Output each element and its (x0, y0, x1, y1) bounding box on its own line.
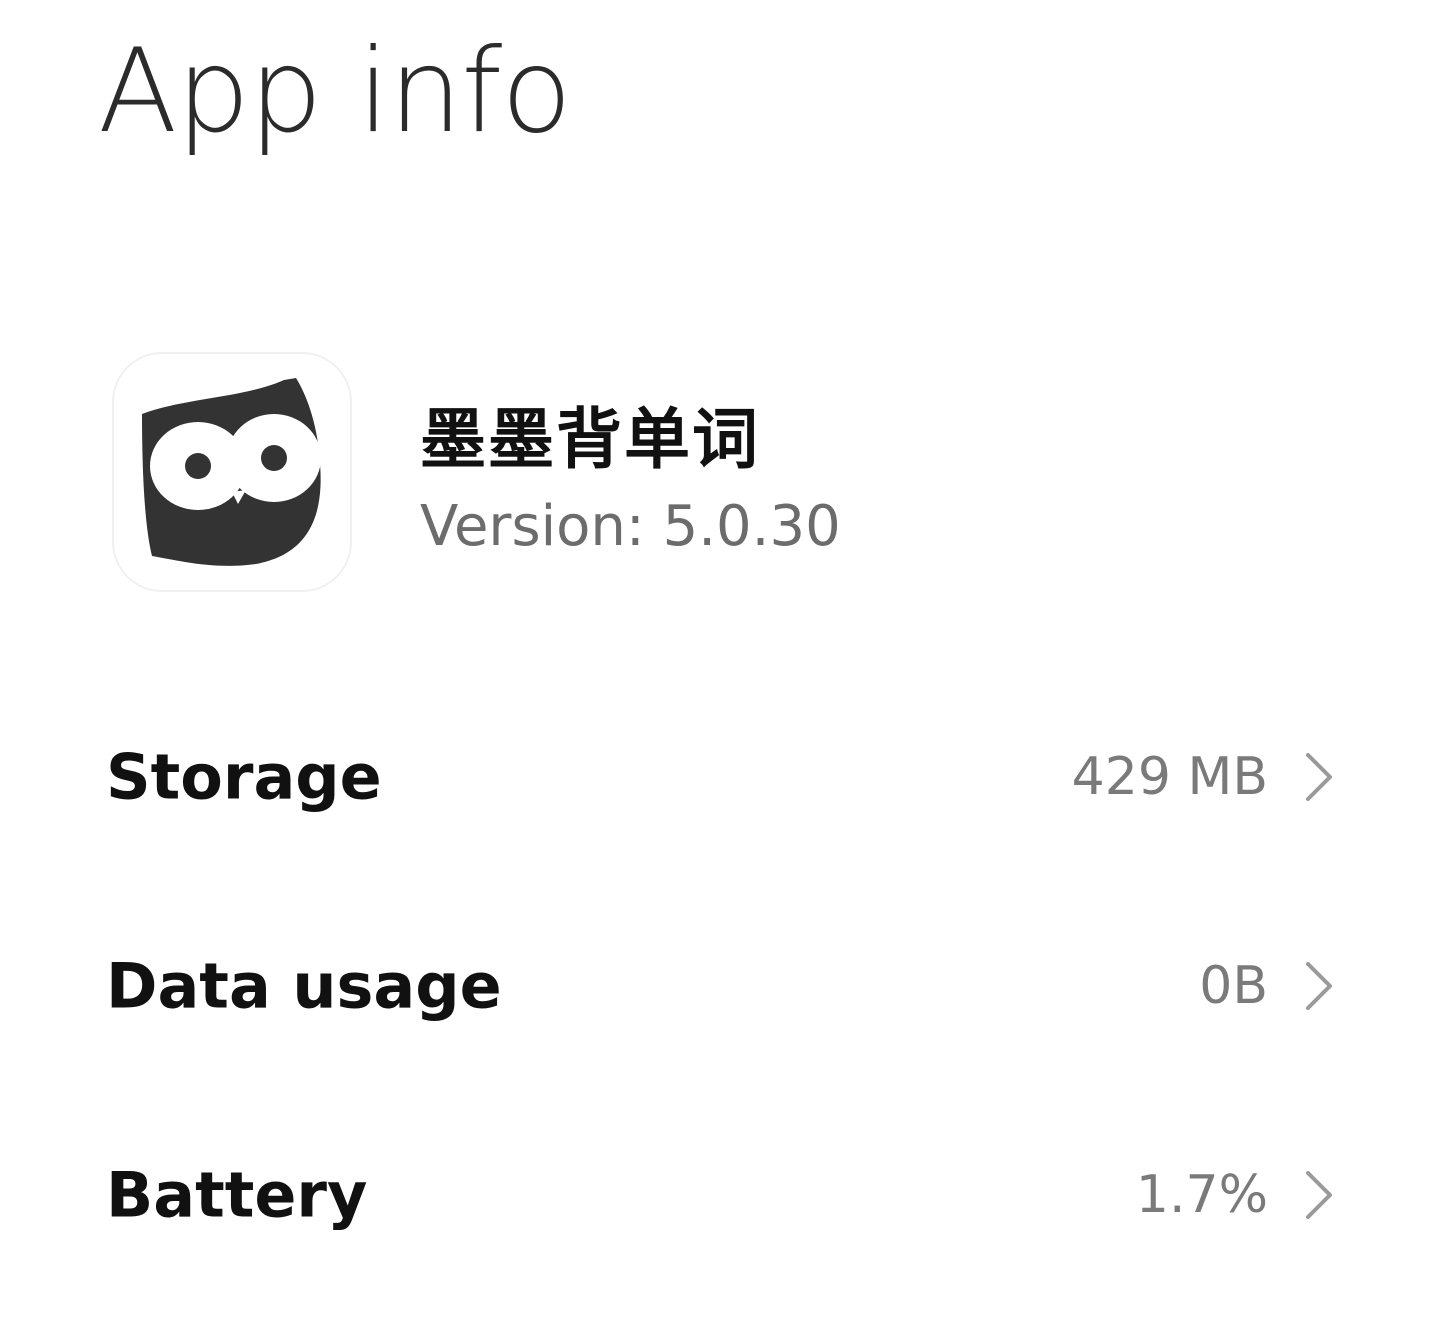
data-usage-value: 0B (1199, 955, 1268, 1016)
battery-value: 1.7% (1135, 1164, 1268, 1225)
battery-label: Battery (106, 1158, 368, 1231)
page-title: App info (98, 24, 572, 159)
app-name: 墨墨背单词 (420, 401, 760, 478)
storage-value: 429 MB (1071, 746, 1268, 807)
chevron-right-icon (1304, 751, 1334, 803)
owl-logo-icon (142, 378, 321, 566)
app-version: Version: 5.0.30 (420, 494, 841, 559)
battery-row[interactable]: Battery 1.7% (0, 1090, 1440, 1299)
data-usage-row[interactable]: Data usage 0B (0, 881, 1440, 1090)
chevron-right-icon (1304, 960, 1334, 1012)
storage-row[interactable]: Storage 429 MB (0, 672, 1440, 881)
app-icon (114, 354, 350, 590)
storage-label: Storage (106, 740, 382, 813)
data-usage-label: Data usage (106, 949, 502, 1022)
app-header: 墨墨背单词 Version: 5.0.30 (114, 354, 1314, 594)
settings-list: Storage 429 MB Data usage 0B Battery 1.7… (0, 672, 1440, 1299)
chevron-right-icon (1304, 1169, 1334, 1221)
